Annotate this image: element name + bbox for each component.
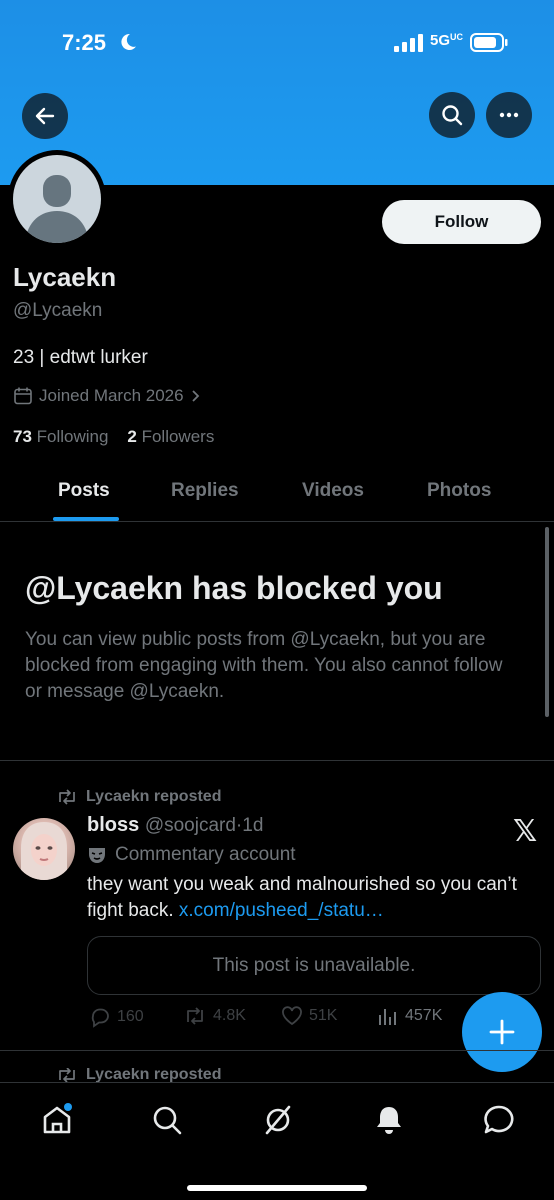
- repost-context: Lycaekn reposted: [56, 788, 221, 806]
- reply-button[interactable]: 160: [89, 1006, 144, 1028]
- following-link[interactable]: 73 Following: [13, 427, 108, 446]
- like-button[interactable]: 51K: [281, 1006, 337, 1026]
- calendar-icon: [14, 387, 32, 405]
- profile-avatar[interactable]: [8, 150, 106, 248]
- default-avatar-icon: [25, 175, 89, 243]
- chevron-right-icon: [191, 390, 199, 402]
- default-avatar: [13, 155, 101, 243]
- tab-posts[interactable]: Posts: [58, 480, 110, 502]
- tab-photos[interactable]: Photos: [427, 480, 491, 502]
- repost-icon: [59, 789, 75, 805]
- views-icon: [379, 1009, 396, 1025]
- signal-icon: [394, 34, 423, 52]
- profile-name: Lycaekn: [13, 262, 117, 292]
- back-button[interactable]: [22, 93, 68, 139]
- messages-icon[interactable]: [482, 1103, 516, 1137]
- unavailable-quote: This post is unavailable.: [87, 936, 541, 995]
- profile-tabs: Posts Replies Videos Photos: [0, 470, 554, 522]
- profile-handle: @Lycaekn: [13, 300, 103, 321]
- post-author-name[interactable]: bloss: [87, 814, 139, 836]
- repost-icon: [187, 1007, 203, 1025]
- search-icon[interactable]: [150, 1103, 184, 1137]
- bell-icon[interactable]: [372, 1103, 406, 1137]
- home-icon[interactable]: [40, 1103, 74, 1137]
- follow-button[interactable]: Follow: [382, 200, 541, 244]
- like-icon: [282, 1006, 302, 1026]
- post-author-avatar[interactable]: [13, 818, 75, 880]
- post-author-handle[interactable]: @soojcard: [145, 815, 236, 836]
- section-divider: [0, 760, 554, 761]
- repost-icon: [59, 1068, 75, 1082]
- search-button[interactable]: [429, 92, 475, 138]
- bottom-navigation: [0, 1082, 554, 1200]
- followers-link[interactable]: 2 Followers: [127, 427, 214, 446]
- search-icon: [442, 105, 463, 126]
- more-icon: [499, 112, 519, 118]
- repost-button[interactable]: 4.8K: [183, 1006, 246, 1026]
- back-arrow-icon: [35, 107, 55, 125]
- commentary-label: Commentary account: [87, 844, 296, 866]
- grok-icon[interactable]: [261, 1103, 295, 1137]
- views-button[interactable]: 457K: [377, 1006, 442, 1026]
- next-repost-context: Lycaekn reposted: [56, 1068, 221, 1082]
- post-divider: [0, 1050, 554, 1051]
- tab-videos[interactable]: Videos: [302, 480, 364, 502]
- post-text: they want you weak and malnourished so y…: [87, 874, 517, 921]
- blocked-message: You can view public posts from @Lycaekn,…: [25, 629, 503, 702]
- post-link[interactable]: x.com/pusheed_/statu…: [179, 900, 384, 921]
- avatar-photo: [21, 822, 67, 880]
- battery-icon: [470, 33, 508, 52]
- reply-icon: [91, 1008, 109, 1028]
- status-bar: 7:25 5GUC: [0, 24, 554, 64]
- status-time: 7:25: [62, 30, 107, 55]
- joined-date[interactable]: Joined March 2026: [13, 386, 202, 406]
- joined-label: Joined March 2026: [39, 386, 184, 405]
- compose-plus-icon: [489, 1019, 515, 1045]
- more-button[interactable]: [486, 92, 532, 138]
- x-logo-icon: 𝕏: [513, 815, 538, 848]
- scrollbar[interactable]: [545, 527, 549, 717]
- follow-counts: 73 Following 2 Followers: [13, 427, 214, 447]
- tab-replies[interactable]: Replies: [171, 480, 239, 502]
- home-indicator: [187, 1185, 367, 1191]
- compose-button[interactable]: [462, 992, 542, 1072]
- post-age: 1d: [242, 815, 264, 836]
- moon-icon: [121, 33, 136, 50]
- active-tab-indicator: [53, 517, 119, 521]
- blocked-title: @Lycaekn has blocked you: [25, 570, 443, 606]
- network-type: 5GUC: [430, 32, 464, 49]
- post-actions: 160 4.8K 51K 457K: [87, 1006, 467, 1032]
- mask-icon: [89, 848, 105, 863]
- profile-bio: 23 | edtwt lurker: [13, 347, 148, 368]
- post-header: bloss @soojcard·1d: [87, 814, 264, 836]
